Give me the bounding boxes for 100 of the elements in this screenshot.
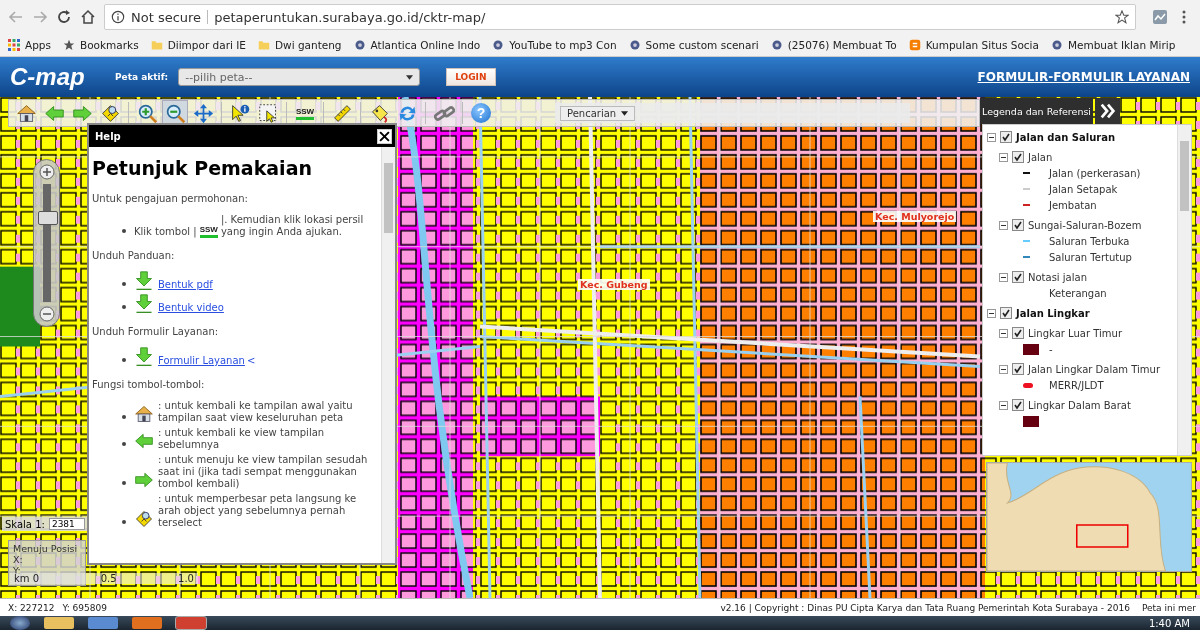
scrollbar[interactable]: [1177, 125, 1191, 455]
bookmark-link[interactable]: Membuat Iklan Mirip: [1050, 39, 1176, 51]
checkbox[interactable]: [1012, 271, 1024, 283]
folder-icon: [257, 39, 270, 51]
expander-icon[interactable]: [987, 308, 996, 318]
info-icon[interactable]: [111, 10, 125, 24]
bookmark-link[interactable]: Bookmarks: [63, 39, 139, 51]
download-arrow-icon: [134, 271, 154, 291]
layer-label: Lingkar Luar Timur: [1028, 327, 1122, 339]
expander-icon[interactable]: [999, 152, 1008, 162]
star-icon: [63, 39, 75, 51]
bookmark-link[interactable]: Diimpor dari IE: [150, 39, 246, 51]
help-text: : untuk memperbesar peta langsung ke arah object yang sebelumnya pernah terselect: [158, 493, 358, 529]
bookmark-link[interactable]: Atlantica Online Indo: [353, 39, 481, 51]
address-bar[interactable]: Not secure petaperuntukan.surabaya.go.id/cktr-map/: [104, 4, 1136, 30]
bookmark-link[interactable]: Some custom scenari: [628, 39, 759, 51]
checkbox[interactable]: [1012, 327, 1024, 339]
scale-field[interactable]: 2381: [48, 518, 85, 530]
diamond-magnifier-icon: [99, 102, 121, 124]
scale-bar-label: km 0: [14, 573, 40, 584]
help-text: |. Kemudian klik lokasi persil yang ingin Anda ajukan.: [220, 214, 365, 238]
collapse-button[interactable]: [1095, 98, 1120, 124]
expander-icon[interactable]: [999, 400, 1008, 410]
bookmark-link[interactable]: Kumpulan Situs Socia: [908, 39, 1039, 51]
apps-grid-icon: [8, 39, 20, 51]
bullet-icon: [122, 481, 126, 485]
extension-icon[interactable]: [1152, 9, 1168, 25]
right-arrow-icon: [134, 470, 154, 490]
bookmark-link[interactable]: YouTube to mp3 Con: [492, 39, 617, 51]
bullet-icon: [122, 442, 126, 446]
scrollbar[interactable]: [381, 147, 395, 563]
checkbox[interactable]: [1012, 219, 1024, 231]
zoom-in-icon[interactable]: [38, 164, 55, 180]
copyright-text: v2.16 | Copyright : Dinas PU Cipta Karya dan Tata Ruang Pemerintah Kota Surabaya - 2016: [720, 602, 1130, 613]
bookmark-link[interactable]: Apps: [8, 39, 51, 51]
home-icon: [15, 102, 37, 124]
blog-logo-icon: [908, 39, 921, 51]
checkbox[interactable]: [1012, 399, 1024, 411]
folder-icon: [150, 39, 163, 51]
scale-label: Skala 1:: [5, 518, 45, 530]
legend-title: Legenda dan Referensi: [980, 98, 1093, 124]
expander-icon[interactable]: [999, 272, 1008, 282]
expander-icon[interactable]: [999, 364, 1008, 374]
expander-icon[interactable]: [999, 220, 1008, 230]
site-favicon-icon: [770, 39, 783, 51]
double-chevron-icon: [1098, 102, 1117, 120]
help-heading: Petunjuk Pemakaian: [92, 157, 313, 179]
close-icon: [379, 130, 390, 142]
bullet-icon: [122, 415, 126, 419]
bookmark-link[interactable]: Dwi ganteng: [257, 39, 342, 51]
legend-entry-label: Keterangan: [1049, 287, 1107, 299]
legend-entry-label: -: [1049, 343, 1053, 355]
expander-icon[interactable]: [999, 328, 1008, 338]
url-text: petaperuntukan.surabaya.go.id/cktr-map/: [214, 9, 487, 25]
bullet-icon: [122, 229, 126, 233]
checkbox[interactable]: [1000, 307, 1012, 319]
legend-entry-label: Jalan Setapak: [1049, 183, 1118, 195]
download-link[interactable]: Bentuk video: [158, 302, 224, 314]
ruler-icon: [331, 102, 353, 124]
help-text: : untuk kembali ke tampilan awal yaitu tampilan saat view keseluruhan peta: [158, 400, 354, 424]
site-favicon-icon: [628, 39, 641, 51]
toolbar-button[interactable]: SSW: [292, 100, 318, 126]
start-button[interactable]: [10, 616, 30, 630]
login-button[interactable]: LOGIN: [446, 68, 496, 86]
section-title: Fungsi tombol-tombol:: [92, 379, 206, 390]
x-label: X:: [13, 554, 24, 565]
menu-icon[interactable]: [1182, 9, 1186, 25]
home-icon[interactable]: [80, 9, 96, 25]
layer-label: Lingkar Dalam Barat: [1028, 399, 1131, 411]
download-link[interactable]: Bentuk pdf: [158, 279, 213, 291]
star-icon[interactable]: [1115, 10, 1129, 24]
diamond-magnifier-icon: [134, 509, 154, 529]
map-select[interactable]: --pilih peta--: [178, 68, 421, 86]
zoom-out-icon[interactable]: [38, 306, 55, 322]
close-button[interactable]: [377, 128, 392, 144]
site-favicon-icon: [492, 39, 505, 51]
section-title: Unduh Formulir Layanan:: [92, 326, 220, 337]
layer-label: Jalan: [1028, 151, 1053, 163]
expander-icon[interactable]: [987, 132, 996, 142]
bullet-icon: [122, 305, 126, 309]
forms-link[interactable]: FORMULIR-FORMULIR LAYANAN: [977, 70, 1190, 84]
section-title: Unduh Panduan:: [92, 250, 176, 261]
scale-bar-label: 1.0: [178, 573, 194, 584]
help-text: <: [246, 355, 256, 367]
home-icon: [134, 404, 154, 424]
help-text: Klik tombol |: [134, 226, 197, 238]
checkbox[interactable]: [1012, 363, 1024, 375]
y-label: Y:: [13, 565, 21, 576]
reload-icon[interactable]: [56, 9, 72, 25]
y-coordinate: Y: 695809: [62, 602, 107, 613]
download-link[interactable]: Formulir Layanan: [158, 355, 245, 367]
slider-handle[interactable]: [37, 211, 58, 226]
checkbox[interactable]: [1000, 131, 1012, 143]
search-dropdown[interactable]: Pencarian: [560, 105, 636, 121]
zoom-slider[interactable]: [33, 159, 60, 327]
checkbox[interactable]: [1012, 151, 1024, 163]
district-label: Kec. Gubeng: [578, 279, 650, 290]
site-favicon-icon: [1050, 39, 1063, 51]
bookmark-link[interactable]: (25076) Membuat To: [770, 39, 897, 51]
toolbar-button[interactable]: [162, 100, 188, 126]
